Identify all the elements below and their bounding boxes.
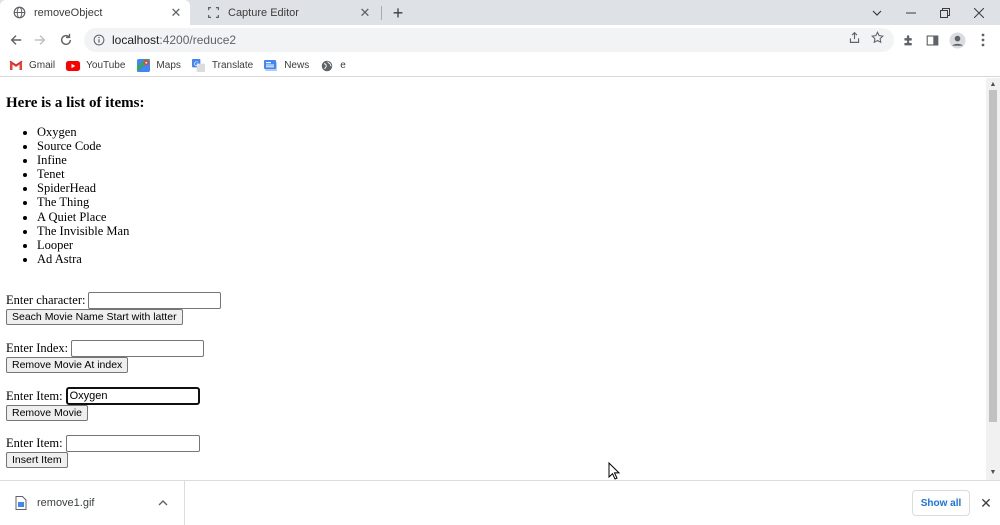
globe-icon [320,60,334,72]
tab-capture-editor[interactable]: Capture Editor ✕ [194,0,379,25]
extensions-icon[interactable] [898,30,918,50]
remove-item-row: Enter Item: [6,387,200,405]
index-label: Enter Index: [6,341,69,355]
list-item: A Quiet Place [37,210,129,224]
scroll-down-icon[interactable]: ▼ [989,468,997,476]
remove-movie-button[interactable]: Remove Movie [6,405,89,421]
close-icon[interactable]: ✕ [168,5,184,21]
bookmark-label: Maps [156,60,181,71]
bookmark-translate[interactable]: G Translate [192,59,254,72]
tab-strip: removeObject ✕ Capture Editor ✕ + [0,0,1000,25]
tab-removeobject[interactable]: removeObject ✕ [0,0,190,25]
page-content: Here is a list of items: Oxygen Source C… [0,78,986,478]
chevron-down-icon[interactable] [860,0,894,25]
bookmarks-bar: Gmail YouTube Maps G Translate News e [0,55,1000,77]
globe-icon [12,6,26,20]
close-icon[interactable]: ✕ [978,495,994,511]
minimize-button[interactable] [894,0,928,25]
restore-button[interactable] [928,0,962,25]
list-item: Infine [37,153,129,167]
translate-icon: G [192,59,206,72]
index-row: Enter Index: [6,340,205,357]
scroll-up-icon[interactable]: ▲ [989,80,997,88]
star-icon[interactable] [869,29,885,45]
download-item[interactable]: remove1.gif [0,481,185,525]
new-tab-button[interactable]: + [388,3,408,23]
share-icon[interactable] [846,29,862,45]
url-text: localhost:4200/reduce2 [112,33,236,47]
insert-item-button[interactable]: Insert Item [6,452,68,468]
bookmark-maps[interactable]: Maps [136,59,181,72]
insert-item-row: Enter Item: [6,435,200,452]
insert-item-label: Enter Item: [6,436,63,450]
side-panel-icon[interactable] [922,30,942,50]
window-close-button[interactable] [962,0,996,25]
bookmark-label: YouTube [86,60,126,71]
bookmark-youtube[interactable]: YouTube [66,60,125,72]
bookmark-label: e [340,60,346,71]
url-path: :4200/reduce2 [159,33,237,47]
reload-button[interactable] [56,30,76,50]
list-item: Ad Astra [37,252,129,266]
index-input[interactable] [71,340,205,357]
list-item: SpiderHead [37,181,129,195]
capture-icon [206,6,220,20]
search-button[interactable]: Seach Movie Name Start with latter [6,309,183,325]
close-icon[interactable]: ✕ [357,5,373,21]
bookmark-label: Gmail [29,60,56,71]
download-shelf: remove1.gif Show all ✕ [0,480,1000,525]
search-row: Enter character: [6,292,222,309]
back-button[interactable] [6,30,26,50]
search-label: Enter character: [6,293,86,307]
bookmark-e[interactable]: e [320,60,346,72]
tab-title: removeObject [34,6,103,19]
browser-toolbar: localhost:4200/reduce2 [0,25,1000,55]
info-icon[interactable] [92,33,106,47]
profile-avatar-icon[interactable] [947,30,967,50]
bookmark-gmail[interactable]: Gmail [9,60,55,72]
remove-item-label: Enter Item: [6,388,63,403]
list-item: Oxygen [37,125,129,139]
tab-separator [381,6,382,20]
show-all-button[interactable]: Show all [912,490,970,516]
news-icon [264,59,278,72]
scrollbar-thumb[interactable] [989,90,997,422]
character-input[interactable] [88,292,222,309]
list-item: Looper [37,238,129,252]
list-item: The Invisible Man [37,224,129,238]
bookmark-label: Translate [211,60,254,71]
file-icon [15,496,27,510]
list-item: Tenet [37,167,129,181]
chevron-up-icon[interactable] [156,496,170,510]
tab-title: Capture Editor [228,6,299,19]
download-file-name: remove1.gif [37,497,95,509]
vertical-scrollbar[interactable]: ▲ ▼ [986,78,1000,480]
menu-dots-icon[interactable] [973,30,993,50]
remove-at-index-button[interactable]: Remove Movie At index [6,357,129,373]
forward-button[interactable] [30,30,50,50]
address-bar[interactable]: localhost:4200/reduce2 [84,28,894,52]
movie-list: Oxygen Source Code Infine Tenet SpiderHe… [6,125,129,266]
maps-icon [136,59,150,72]
url-host: localhost [112,33,160,47]
bookmark-news[interactable]: News [264,59,310,72]
insert-item-input[interactable] [65,435,200,452]
list-item: The Thing [37,195,129,209]
bookmark-label: News [284,60,310,71]
remove-item-input[interactable] [65,387,200,405]
svg-text:G: G [194,60,199,68]
youtube-icon [66,60,81,72]
mouse-cursor-icon [608,462,620,480]
gmail-icon [9,60,23,72]
list-item: Source Code [37,139,129,153]
page-heading: Here is a list of items: [6,95,145,111]
